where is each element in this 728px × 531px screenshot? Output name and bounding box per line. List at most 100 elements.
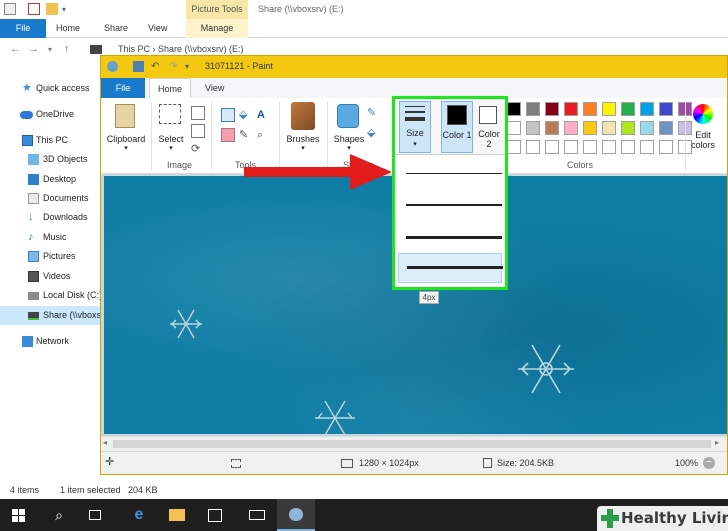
scroll-thumb[interactable]: [113, 440, 711, 448]
palette-swatch[interactable]: [545, 140, 559, 154]
color1-button[interactable]: Color 1: [441, 101, 473, 153]
explorer-tab-share[interactable]: Share: [104, 19, 128, 38]
color-picker-icon[interactable]: ✎: [239, 128, 253, 142]
palette-swatch[interactable]: [621, 121, 635, 135]
edit-colors-icon[interactable]: [693, 104, 713, 124]
store-icon[interactable]: [196, 499, 234, 531]
clipboard-button[interactable]: Clipboard: [103, 134, 149, 144]
size-button[interactable]: Size ▾: [399, 101, 431, 153]
customize-toolbar-icon[interactable]: ▾: [185, 61, 196, 72]
recent-locations-icon[interactable]: ▾: [48, 45, 52, 54]
explorer-tab-view[interactable]: View: [148, 19, 167, 38]
palette-swatch[interactable]: [507, 102, 521, 116]
nav-item-onedrive[interactable]: OneDrive: [0, 105, 100, 124]
zoom-out-icon[interactable]: −: [703, 457, 715, 469]
nav-item-quick-access[interactable]: ★ Quick access: [0, 79, 100, 98]
palette-swatch[interactable]: [583, 140, 597, 154]
select-button[interactable]: Select: [153, 134, 189, 144]
size-option-8px[interactable]: [398, 253, 503, 283]
clipboard-icon[interactable]: [115, 104, 135, 128]
task-view-icon[interactable]: [76, 499, 114, 531]
color2-button[interactable]: Color 2: [475, 101, 503, 153]
scroll-right-icon[interactable]: ▸: [715, 438, 719, 447]
brushes-button[interactable]: Brushes: [281, 134, 325, 144]
palette-swatch[interactable]: [526, 102, 540, 116]
palette-swatch[interactable]: [640, 102, 654, 116]
size-option-1px[interactable]: [398, 159, 502, 189]
redo-icon[interactable]: ↷: [169, 61, 180, 72]
rotate-icon[interactable]: ⟳: [191, 142, 205, 156]
start-button[interactable]: [0, 499, 38, 531]
up-arrow-icon[interactable]: ↑: [64, 43, 70, 55]
customize-quick-access-icon[interactable]: ▾: [62, 5, 66, 14]
fill-icon[interactable]: ⬙: [367, 126, 381, 140]
paint-tab-view[interactable]: View: [197, 78, 232, 98]
edge-browser-icon[interactable]: e: [120, 499, 158, 531]
undo-icon[interactable]: ↶: [151, 61, 162, 72]
size-option-3px[interactable]: [398, 191, 502, 221]
palette-swatch[interactable]: [659, 102, 673, 116]
palette-swatch[interactable]: [545, 121, 559, 135]
palette-swatch[interactable]: [621, 102, 635, 116]
palette-swatch[interactable]: [526, 140, 540, 154]
nav-item-local-disk[interactable]: Local Disk (C:): [0, 286, 100, 305]
nav-item-documents[interactable]: Documents: [0, 189, 100, 208]
nav-item-pictures[interactable]: Pictures: [0, 247, 100, 266]
palette-swatch[interactable]: [602, 140, 616, 154]
palette-swatch[interactable]: [583, 121, 597, 135]
palette-swatch[interactable]: [564, 102, 578, 116]
mail-icon[interactable]: [238, 499, 276, 531]
scroll-left-icon[interactable]: ◂: [103, 438, 107, 447]
palette-swatch[interactable]: [526, 121, 540, 135]
forward-arrow-icon[interactable]: →: [28, 43, 39, 55]
paint-taskbar-icon[interactable]: [277, 499, 315, 531]
palette-swatch[interactable]: [583, 102, 597, 116]
edit-colors-button[interactable]: Edit colors: [687, 130, 719, 150]
clipboard-dropdown-icon[interactable]: ▾: [103, 144, 149, 152]
outline-icon[interactable]: ✎: [367, 106, 381, 120]
file-explorer-icon[interactable]: [158, 499, 196, 531]
shapes-button[interactable]: Shapes: [329, 134, 369, 144]
new-folder-icon[interactable]: [46, 3, 58, 15]
save-icon[interactable]: [133, 61, 144, 72]
properties-icon[interactable]: [28, 3, 40, 15]
palette-swatch[interactable]: [507, 140, 521, 154]
explorer-tab-file[interactable]: File: [0, 19, 46, 38]
explorer-tab-home[interactable]: Home: [56, 19, 80, 38]
pencil-icon[interactable]: [221, 108, 235, 122]
magnifier-icon[interactable]: ⌕: [257, 128, 271, 142]
palette-swatch[interactable]: [602, 102, 616, 116]
nav-item-this-pc[interactable]: This PC: [0, 131, 100, 150]
horizontal-scrollbar[interactable]: ◂ ▸: [101, 436, 727, 450]
palette-swatch[interactable]: [545, 102, 559, 116]
eraser-icon[interactable]: [221, 128, 235, 142]
palette-swatch[interactable]: [621, 140, 635, 154]
text-icon[interactable]: A: [257, 108, 271, 122]
search-icon[interactable]: ⌕: [40, 499, 78, 531]
back-arrow-icon[interactable]: ←: [10, 43, 21, 55]
nav-item-music[interactable]: ♪ Music: [0, 228, 100, 247]
palette-swatch[interactable]: [602, 121, 616, 135]
palette-swatch[interactable]: [640, 140, 654, 154]
palette-swatch[interactable]: [564, 121, 578, 135]
nav-item-videos[interactable]: Videos: [0, 267, 100, 286]
select-icon[interactable]: [159, 104, 181, 124]
palette-swatch[interactable]: [659, 140, 673, 154]
paint-tab-file[interactable]: File: [101, 78, 145, 98]
size-option-5px[interactable]: [398, 223, 502, 253]
palette-swatch[interactable]: [564, 140, 578, 154]
paint-tab-home[interactable]: Home: [149, 78, 192, 98]
nav-item-downloads[interactable]: ↓ Downloads: [0, 208, 100, 227]
select-dropdown-icon[interactable]: ▾: [153, 144, 189, 152]
address-path[interactable]: This PC › Share (\\vboxsrv) (E:): [118, 44, 244, 54]
crop-icon[interactable]: [191, 106, 205, 120]
palette-swatch[interactable]: [640, 121, 654, 135]
resize-icon[interactable]: [191, 124, 205, 138]
brushes-icon[interactable]: [291, 102, 315, 130]
nav-item-network[interactable]: Network: [0, 332, 100, 351]
nav-item-share-drive[interactable]: Share (\\vboxsrv) (E:): [0, 306, 100, 325]
fill-bucket-icon[interactable]: ⬙: [239, 108, 253, 122]
explorer-tab-manage[interactable]: Manage: [186, 19, 248, 38]
shapes-icon[interactable]: [337, 104, 359, 128]
nav-item-3d-objects[interactable]: 3D Objects: [0, 150, 100, 169]
